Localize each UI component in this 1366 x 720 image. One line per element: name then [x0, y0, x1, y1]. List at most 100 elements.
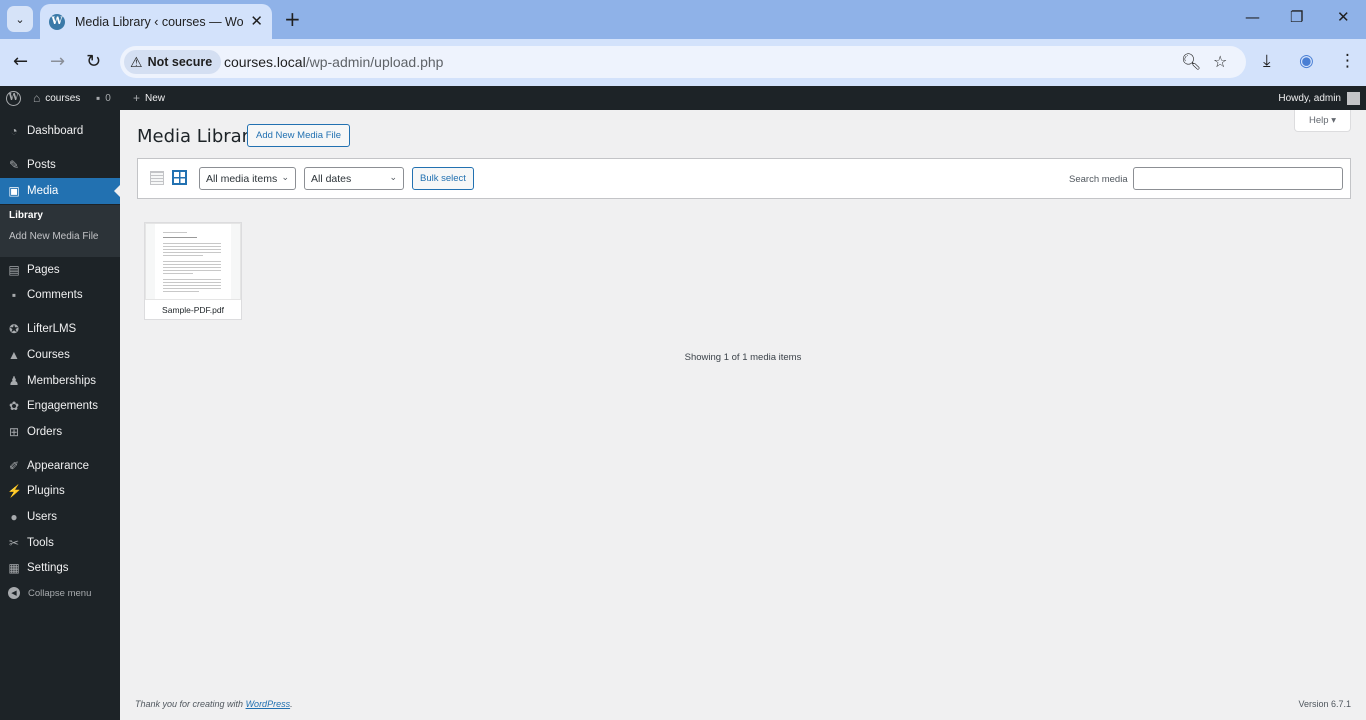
- sidebar-item-orders[interactable]: ⊞ Orders: [0, 419, 120, 445]
- collapse-arrow-icon: ◀: [8, 587, 20, 599]
- sidebar-item-label: Orders: [27, 426, 63, 438]
- graduation-cap-icon: ▲: [8, 348, 20, 362]
- new-label: New: [145, 92, 166, 104]
- tab-list-button[interactable]: ⌄: [7, 6, 33, 32]
- plus-icon: +: [133, 91, 141, 105]
- dashboard-icon: ◔: [10, 124, 18, 138]
- list-view-icon[interactable]: [150, 171, 164, 185]
- restore-icon[interactable]: ❐: [1290, 8, 1303, 26]
- sidebar-item-posts[interactable]: ✎ Posts: [0, 152, 120, 178]
- wp-admin-bar: W ⌂ courses ▪ 0 + New Howdy, admin: [0, 86, 1366, 110]
- back-icon[interactable]: ←: [13, 51, 28, 72]
- sidebar-item-label: Appearance: [27, 460, 90, 472]
- sidebar-item-plugins[interactable]: ⚡ Plugins: [0, 478, 120, 504]
- site-name: courses: [45, 92, 81, 104]
- footer-thanks-suffix: .: [290, 699, 293, 709]
- url-text[interactable]: courses.local/wp-admin/upload.php: [224, 54, 443, 70]
- sidebar-item-label: Media: [27, 185, 59, 197]
- reload-icon[interactable]: ↻: [86, 51, 101, 72]
- minimize-icon[interactable]: —: [1245, 8, 1260, 26]
- warning-icon: ⚠: [130, 53, 143, 70]
- collapse-menu-label: Collapse menu: [28, 587, 92, 599]
- user-icon: ●: [10, 510, 18, 524]
- my-account-link[interactable]: Howdy, admin: [1278, 86, 1360, 110]
- bulk-select-button[interactable]: Bulk select: [412, 167, 474, 190]
- grid-view-icon[interactable]: [172, 170, 187, 185]
- main-content: Media Library Add New Media File Help ▾ …: [120, 110, 1366, 720]
- sidebar-item-label: Engagements: [27, 400, 98, 412]
- security-indicator[interactable]: ⚠ Not secure: [124, 50, 222, 74]
- chevron-down-icon: ⌄: [15, 12, 25, 26]
- sidebar-item-label: Posts: [27, 159, 56, 171]
- sidebar-item-engagements[interactable]: ✿ Engagements: [0, 393, 120, 419]
- wrench-icon: ✂: [8, 536, 20, 550]
- attachment-item[interactable]: Sample-PDF.pdf: [144, 222, 242, 320]
- sidebar-item-label: Memberships: [27, 375, 97, 387]
- media-type-filter[interactable]: All media items ⌄: [199, 167, 296, 190]
- submenu-item-add-new-media[interactable]: Add New Media File: [9, 231, 98, 242]
- sidebar-item-settings[interactable]: ▦ Settings: [0, 555, 120, 581]
- site-name-link[interactable]: ⌂ courses: [33, 86, 80, 110]
- new-content-link[interactable]: + New: [133, 86, 165, 110]
- security-label: Not secure: [147, 55, 213, 69]
- extension-icon[interactable]: ◉: [1299, 51, 1314, 71]
- footer-thanks: Thank you for creating with WordPress.: [135, 699, 293, 709]
- sidebar-item-users[interactable]: ● Users: [0, 504, 120, 530]
- sidebar-item-tools[interactable]: ✂ Tools: [0, 530, 120, 556]
- plug-icon: ⚡: [7, 484, 22, 498]
- add-new-media-button[interactable]: Add New Media File: [247, 124, 351, 147]
- comments-count: 0: [105, 92, 111, 104]
- sidebar-item-pages[interactable]: ▤ Pages: [0, 257, 120, 283]
- tab-close-icon[interactable]: ✕: [250, 12, 263, 30]
- search-media-label: Search media: [1069, 174, 1128, 185]
- comments-icon: ▪: [11, 288, 17, 302]
- forward-icon[interactable]: →: [50, 51, 65, 72]
- media-count-text: Showing 1 of 1 media items: [684, 352, 802, 363]
- home-icon: ⌂: [33, 91, 41, 105]
- pushpin-icon: ✎: [8, 158, 20, 172]
- browser-menu-icon[interactable]: ⋮: [1339, 51, 1356, 71]
- zoom-icon[interactable]: 🔍︎: [1181, 52, 1201, 71]
- url-host: courses.local: [224, 54, 306, 70]
- wordpress-link[interactable]: WordPress: [246, 699, 291, 709]
- admin-sidebar: Library Add New Media File ◔ Dashboard ✎ P…: [0, 110, 120, 720]
- submenu-item-library[interactable]: Library: [9, 210, 43, 221]
- settings-sliders-icon: ▦: [8, 561, 20, 575]
- bookmark-star-icon[interactable]: ☆: [1213, 52, 1227, 71]
- lifterlms-rocket-icon: ✪: [8, 322, 20, 336]
- date-filter[interactable]: All dates ⌄: [304, 167, 404, 190]
- sidebar-item-media[interactable]: ▣ Media: [0, 178, 120, 204]
- sidebar-item-appearance[interactable]: ✐ Appearance: [0, 453, 120, 479]
- wp-logo-menu[interactable]: W: [6, 86, 21, 110]
- comments-link[interactable]: ▪ 0: [96, 86, 111, 110]
- help-tab-button[interactable]: Help ▾: [1294, 110, 1351, 132]
- media-type-selected: All media items: [206, 172, 278, 185]
- avatar: [1347, 91, 1360, 105]
- url-path: /wp-admin/upload.php: [305, 54, 444, 70]
- download-icon[interactable]: ⤓: [1263, 51, 1271, 71]
- collapse-menu-button[interactable]: ◀ Collapse menu: [0, 587, 120, 599]
- attachment-filename: Sample-PDF.pdf: [145, 299, 241, 319]
- sidebar-item-courses[interactable]: ▲ Courses: [0, 342, 120, 368]
- wordpress-logo-icon: W: [6, 90, 21, 106]
- comment-icon: ▪: [96, 91, 101, 105]
- sidebar-item-label: Tools: [27, 537, 54, 549]
- sidebar-item-label: Pages: [27, 264, 60, 276]
- sidebar-item-label: Courses: [27, 349, 70, 361]
- media-icon: ▣: [8, 184, 20, 198]
- sidebar-item-memberships[interactable]: ♟ Memberships: [0, 368, 120, 394]
- new-tab-icon[interactable]: +: [284, 7, 301, 31]
- sidebar-item-lifterlms[interactable]: ✪ LifterLMS: [0, 316, 120, 342]
- paintbrush-icon: ✐: [8, 459, 20, 473]
- wordpress-favicon-icon: W: [49, 13, 65, 30]
- window-close-icon[interactable]: ✕: [1337, 8, 1350, 26]
- search-media-input[interactable]: [1133, 167, 1343, 190]
- cart-icon: ⊞: [8, 425, 20, 439]
- browser-tab-bar: ⌄ W Media Library ‹ courses — WordPress …: [0, 0, 1366, 39]
- sidebar-item-comments[interactable]: ▪ Comments: [0, 282, 120, 308]
- pdf-thumbnail: [155, 224, 231, 299]
- sidebar-item-dashboard[interactable]: ◔ Dashboard: [0, 118, 120, 144]
- sidebar-item-label: LifterLMS: [27, 323, 77, 335]
- browser-tab-active[interactable]: W Media Library ‹ courses — WordPress ✕: [40, 4, 272, 39]
- page-title: Media Library: [137, 126, 260, 147]
